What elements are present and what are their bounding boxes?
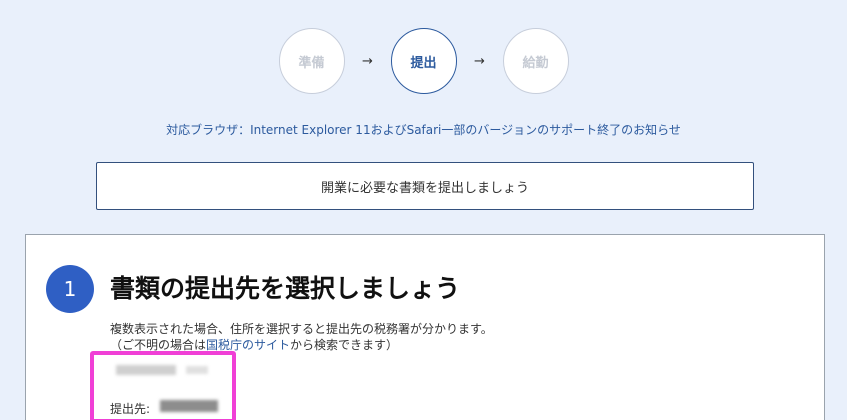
- step-submit: 提出: [390, 28, 457, 94]
- banner-text: 開業に必要な書類を提出しましょう: [320, 180, 529, 196]
- submit-documents-banner: 開業に必要な書類を提出しましょう: [96, 162, 754, 210]
- section-title: 書類の提出先を選択しましょう: [110, 274, 461, 303]
- step-prepare: 準備: [278, 28, 345, 94]
- description-suffix: から検索できます）: [290, 338, 399, 352]
- section-description: 複数表示された場合、住所を選択すると提出先の税務署が分かります。 （ご不明の場合…: [110, 321, 493, 353]
- browser-support-notice-link[interactable]: 対応ブラウザ：Internet Explorer 11およびSafari一部のバ…: [0, 121, 847, 138]
- progress-stepper: 準備 → 提出 → 給勤: [0, 28, 847, 94]
- nta-site-link[interactable]: 国税庁のサイト: [206, 338, 290, 352]
- arrow-right-icon: →: [362, 53, 373, 69]
- step-benefit: 給勤: [502, 28, 569, 94]
- description-prefix: （ご不明の場合は: [110, 338, 207, 352]
- step-submit-label: 提出: [410, 55, 437, 71]
- section-card: 1 書類の提出先を選択しましょう 複数表示された場合、住所を選択すると提出先の税…: [25, 234, 825, 420]
- highlight-box: [90, 351, 236, 420]
- description-line-1: 複数表示された場合、住所を選択すると提出先の税務署が分かります。: [110, 322, 493, 336]
- arrow-right-icon: →: [474, 53, 485, 69]
- step-prepare-label: 準備: [298, 55, 325, 71]
- section-number-badge: 1: [46, 265, 94, 313]
- step-benefit-label: 給勤: [522, 55, 549, 71]
- page: 準備 → 提出 → 給勤 対応ブラウザ：Internet Explorer 11…: [0, 0, 847, 420]
